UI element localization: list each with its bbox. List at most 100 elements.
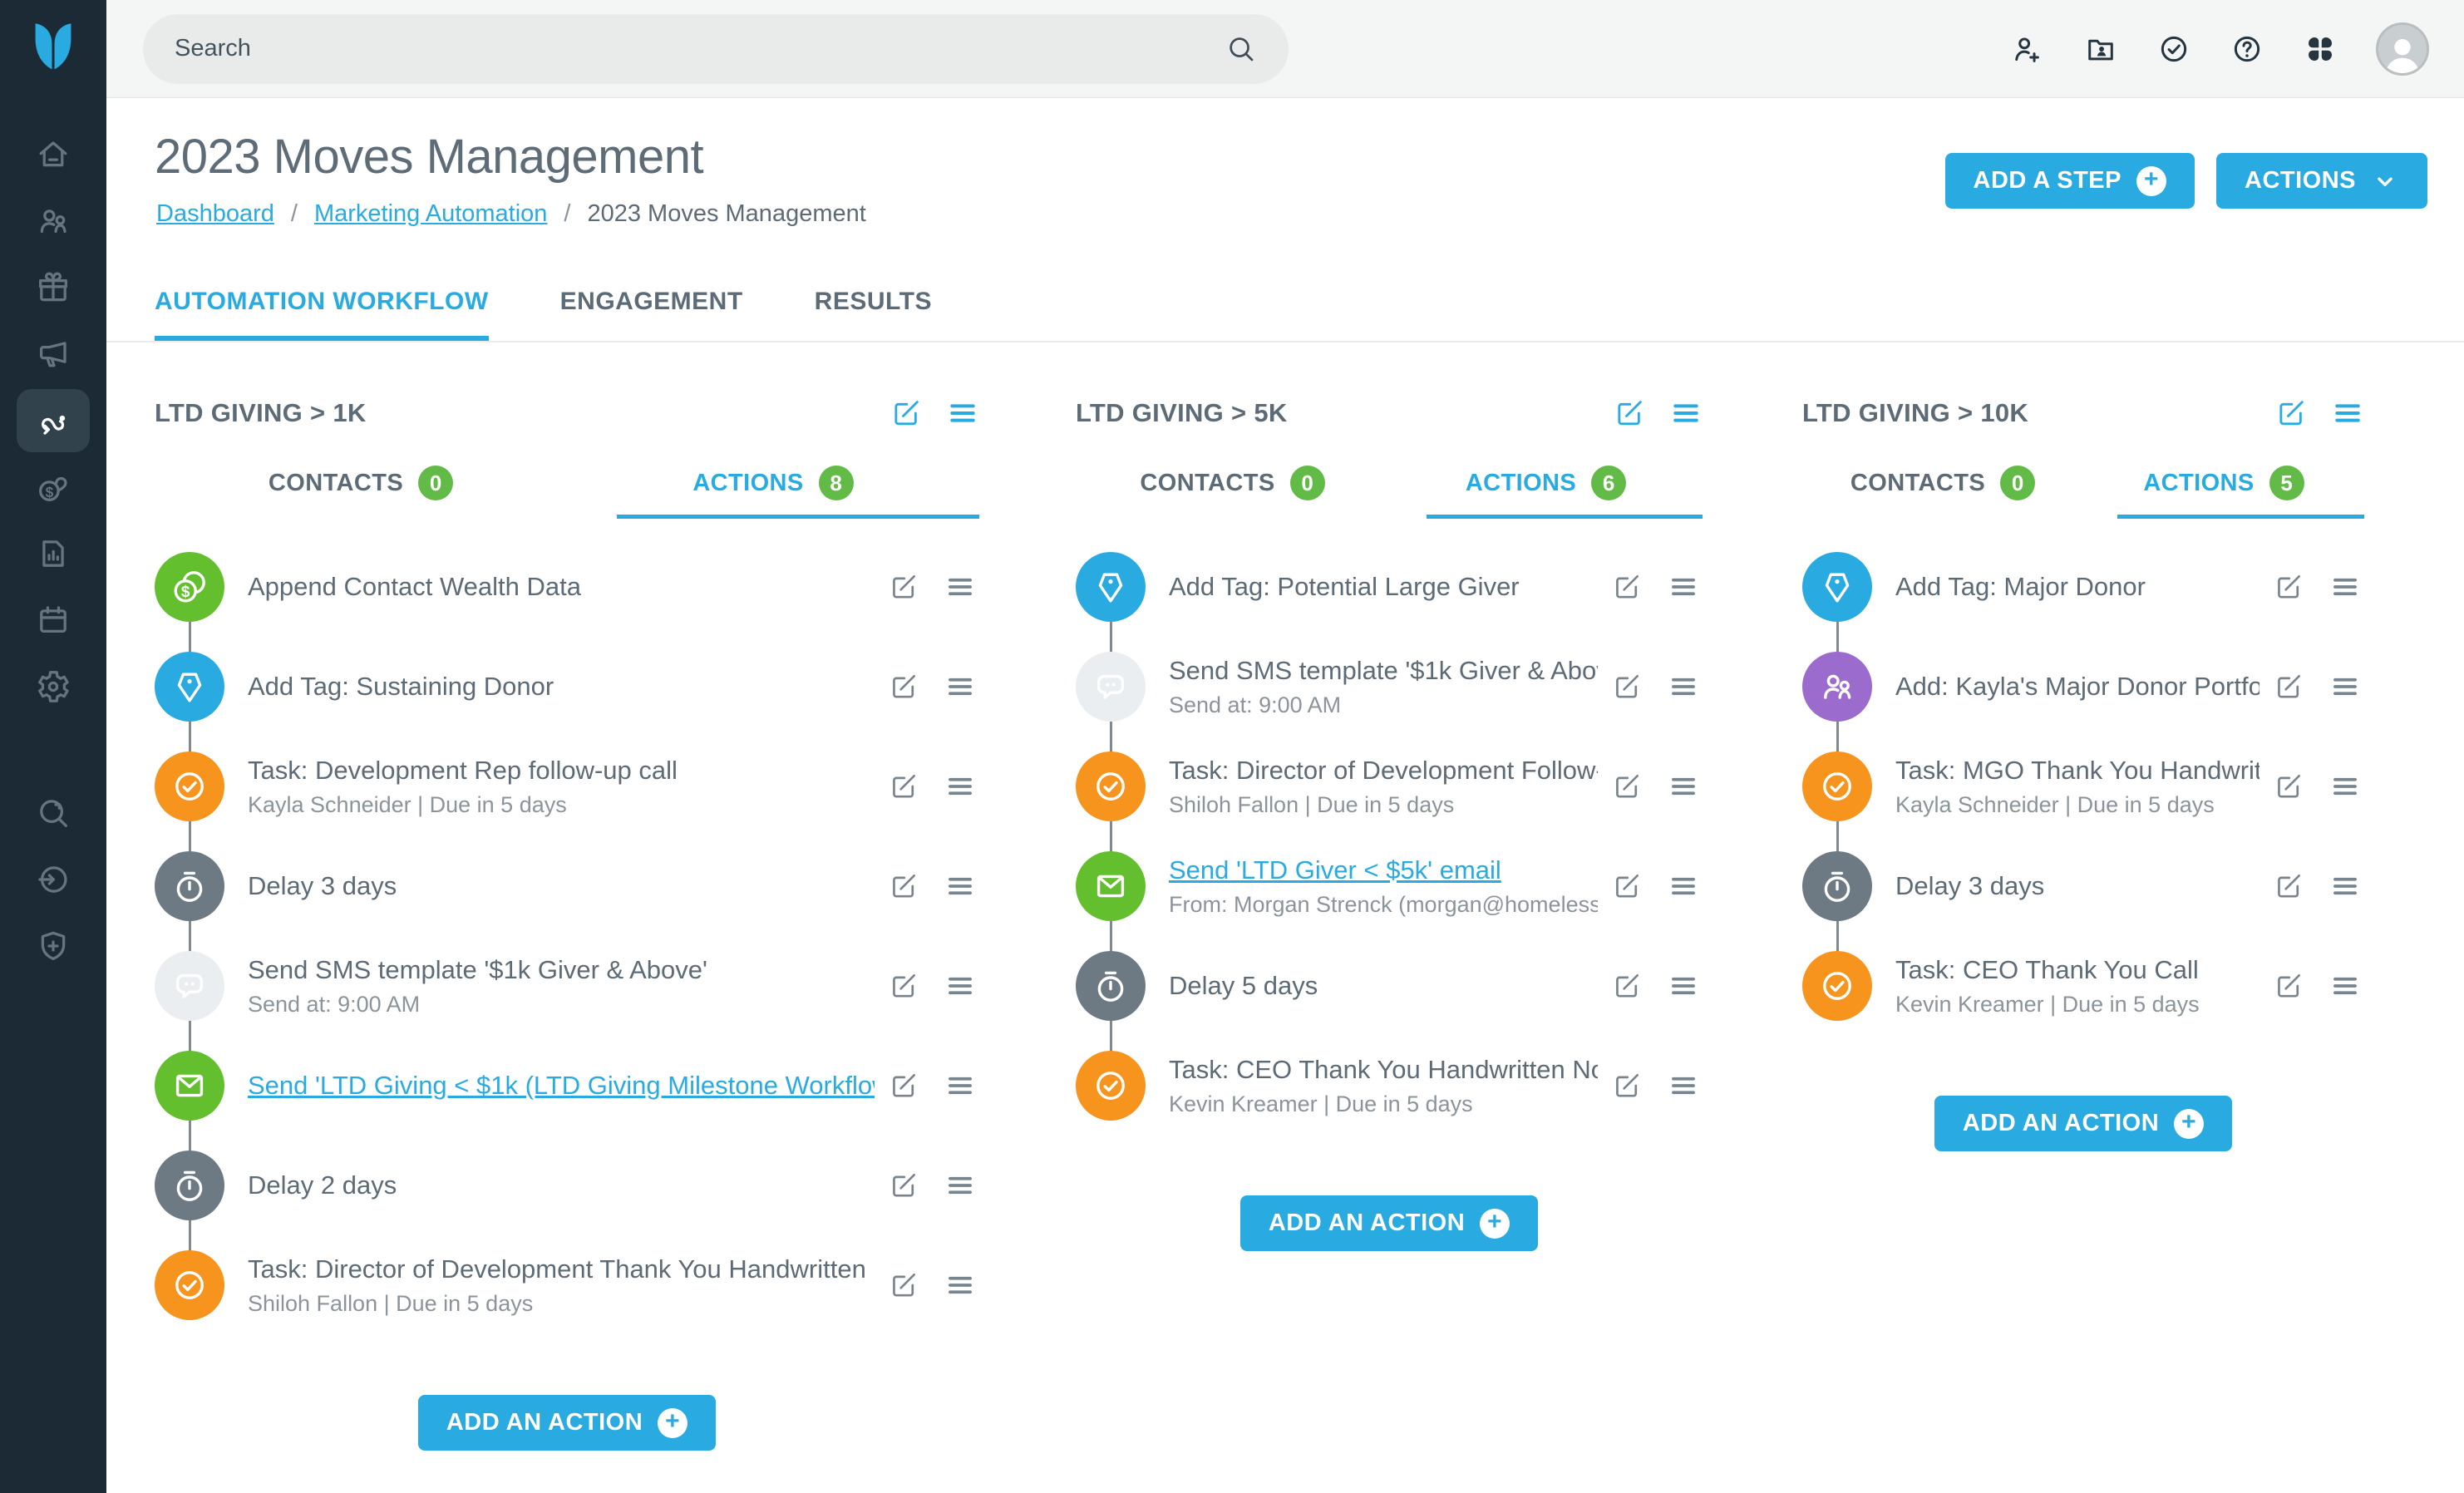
tab-results[interactable]: RESULTS bbox=[815, 288, 932, 341]
action-menu-icon[interactable] bbox=[2329, 771, 2361, 802]
sidebar-item-contacts[interactable] bbox=[17, 188, 90, 254]
action-menu-icon[interactable] bbox=[2329, 970, 2361, 1002]
workflow-action-item: Task: Director of Development Thank You … bbox=[155, 1235, 979, 1335]
edit-action-icon[interactable] bbox=[1611, 671, 1643, 702]
edit-action-icon[interactable] bbox=[888, 771, 919, 802]
workflow-action-item: Task: CEO Thank You Call Kevin Kreamer |… bbox=[1802, 936, 2364, 1036]
edit-step-icon[interactable] bbox=[2274, 397, 2308, 430]
workflow-action-item: Send 'LTD Giver < $5k' email From: Morga… bbox=[1076, 836, 1703, 936]
edit-action-icon[interactable] bbox=[1611, 970, 1643, 1002]
sidebar-item-giving[interactable]: $ bbox=[17, 454, 90, 520]
add-an-action-button[interactable]: ADD AN ACTION + bbox=[1239, 1195, 1539, 1251]
action-menu-icon[interactable] bbox=[1668, 870, 1699, 902]
app-logo-icon[interactable] bbox=[32, 22, 75, 73]
edit-action-icon[interactable] bbox=[1611, 571, 1643, 603]
tab-engagement[interactable]: ENGAGEMENT bbox=[560, 288, 743, 341]
action-menu-icon[interactable] bbox=[944, 671, 976, 702]
tab-automation-workflow[interactable]: AUTOMATION WORKFLOW bbox=[155, 288, 489, 341]
edit-step-icon[interactable] bbox=[890, 397, 923, 430]
tab-contacts[interactable]: CONTACTS 0 bbox=[1802, 447, 2083, 519]
action-subtitle: Kayla Schneider | Due in 5 days bbox=[1895, 791, 2215, 817]
action-menu-icon[interactable] bbox=[2329, 870, 2361, 902]
action-menu-icon[interactable] bbox=[944, 870, 976, 902]
edit-action-icon[interactable] bbox=[1611, 870, 1643, 902]
stopwatch-icon bbox=[1076, 951, 1146, 1021]
edit-action-icon[interactable] bbox=[2273, 870, 2304, 902]
edit-action-icon[interactable] bbox=[888, 671, 919, 702]
action-menu-icon[interactable] bbox=[944, 1070, 976, 1101]
edit-action-icon[interactable] bbox=[1611, 1070, 1643, 1101]
edit-step-icon[interactable] bbox=[1613, 397, 1646, 430]
workflow-board: LTD GIVING > 1K CONTACTS 0 ACTIONS 8 $ A… bbox=[106, 344, 2464, 1493]
tag-icon bbox=[1802, 552, 1872, 622]
action-menu-icon[interactable] bbox=[1668, 1070, 1699, 1101]
step-menu-icon[interactable] bbox=[2331, 397, 2364, 430]
tab-actions[interactable]: ACTIONS 6 bbox=[1389, 447, 1703, 519]
contact-folder-icon[interactable] bbox=[2083, 32, 2118, 67]
action-menu-icon[interactable] bbox=[1668, 671, 1699, 702]
edit-action-icon[interactable] bbox=[2273, 671, 2304, 702]
tab-contacts[interactable]: CONTACTS 0 bbox=[1076, 447, 1389, 519]
tag-icon bbox=[155, 652, 224, 722]
action-menu-icon[interactable] bbox=[2329, 671, 2361, 702]
tab-actions[interactable]: ACTIONS 8 bbox=[567, 447, 979, 519]
action-menu-icon[interactable] bbox=[944, 1170, 976, 1201]
apps-icon[interactable] bbox=[2303, 32, 2338, 67]
chevron-down-icon bbox=[2371, 167, 2399, 195]
add-a-step-button[interactable]: ADD A STEP + bbox=[1944, 153, 2195, 209]
sidebar-item-automation[interactable] bbox=[17, 389, 90, 452]
workflow-action-item: Send SMS template '$1k Giver & Above' Se… bbox=[1076, 637, 1703, 737]
search-bar[interactable] bbox=[143, 13, 1289, 84]
edit-action-icon[interactable] bbox=[2273, 970, 2304, 1002]
edit-action-icon[interactable] bbox=[888, 970, 919, 1002]
tab-actions[interactable]: ACTIONS 5 bbox=[2083, 447, 2364, 519]
search-input[interactable] bbox=[175, 35, 1225, 62]
action-menu-icon[interactable] bbox=[2329, 571, 2361, 603]
workflow-action-item: Add Tag: Major Donor bbox=[1802, 537, 2364, 637]
action-menu-icon[interactable] bbox=[944, 571, 976, 603]
edit-action-icon[interactable] bbox=[888, 571, 919, 603]
edit-action-icon[interactable] bbox=[888, 870, 919, 902]
add-an-action-button[interactable]: ADD AN ACTION + bbox=[1934, 1096, 2233, 1151]
sidebar-item-prospect-search[interactable] bbox=[17, 780, 90, 846]
sidebar-item-security[interactable] bbox=[17, 913, 90, 979]
sidebar-item-gifts[interactable] bbox=[17, 254, 90, 321]
avatar[interactable] bbox=[2376, 22, 2429, 76]
edit-action-icon[interactable] bbox=[888, 1170, 919, 1201]
edit-action-icon[interactable] bbox=[888, 1269, 919, 1301]
add-contact-icon[interactable] bbox=[2010, 32, 2045, 67]
add-an-action-button[interactable]: ADD AN ACTION + bbox=[417, 1395, 717, 1451]
action-menu-icon[interactable] bbox=[1668, 970, 1699, 1002]
calendar-icon bbox=[34, 601, 72, 639]
tab-contacts[interactable]: CONTACTS 0 bbox=[155, 447, 567, 519]
action-menu-icon[interactable] bbox=[1668, 771, 1699, 802]
sidebar-item-calendar[interactable] bbox=[17, 587, 90, 653]
action-menu-icon[interactable] bbox=[1668, 571, 1699, 603]
sidebar-item-reports[interactable] bbox=[17, 520, 90, 587]
column-header: LTD GIVING > 10K bbox=[1802, 387, 2364, 439]
step-menu-icon[interactable] bbox=[946, 397, 979, 430]
tasks-check-icon[interactable] bbox=[2156, 32, 2191, 67]
edit-action-icon[interactable] bbox=[2273, 571, 2304, 603]
sidebar-item-marketing[interactable] bbox=[17, 321, 90, 387]
breadcrumb-item[interactable]: Dashboard bbox=[156, 200, 274, 228]
breadcrumb-item[interactable]: Marketing Automation bbox=[314, 200, 547, 228]
action-menu-icon[interactable] bbox=[944, 1269, 976, 1301]
edit-action-icon[interactable] bbox=[888, 1070, 919, 1101]
sidebar-item-settings[interactable] bbox=[17, 653, 90, 720]
help-icon[interactable] bbox=[2230, 32, 2264, 67]
sidebar-item-home[interactable] bbox=[17, 121, 90, 188]
step-menu-icon[interactable] bbox=[1669, 397, 1703, 430]
edit-action-icon[interactable] bbox=[1611, 771, 1643, 802]
workflow-action-item: Delay 5 days bbox=[1076, 936, 1703, 1036]
action-title-link[interactable]: Send 'LTD Giving < $1k (LTD Giving Miles… bbox=[248, 1071, 875, 1101]
action-title-link[interactable]: Send 'LTD Giver < $5k' email bbox=[1169, 855, 1598, 885]
giving-icon: $ bbox=[34, 468, 72, 506]
sidebar-item-import[interactable] bbox=[17, 846, 90, 913]
action-menu-icon[interactable] bbox=[944, 771, 976, 802]
actions-button[interactable]: ACTIONS bbox=[2216, 153, 2427, 209]
settings-icon bbox=[34, 668, 72, 706]
search-icon[interactable] bbox=[1225, 33, 1257, 65]
edit-action-icon[interactable] bbox=[2273, 771, 2304, 802]
action-menu-icon[interactable] bbox=[944, 970, 976, 1002]
